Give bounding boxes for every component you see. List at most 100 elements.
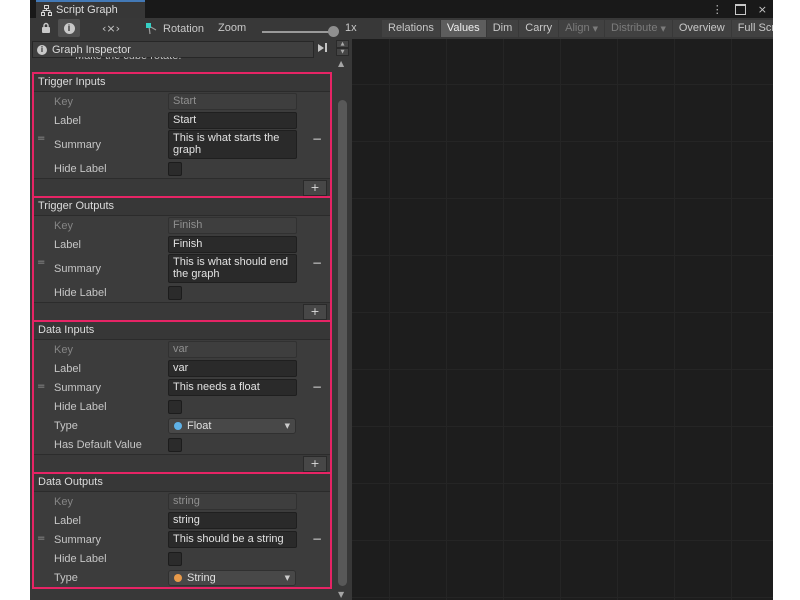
dim-button[interactable]: Dim [487,20,519,37]
menu-icon[interactable]: ⋮ [712,3,723,16]
has-default-value-checkbox[interactable] [168,438,182,452]
section-title: Trigger Inputs [34,74,330,92]
type-value: String [187,572,216,584]
label-row: Label Finish [34,235,330,254]
align-label: Align [565,22,589,34]
relations-button[interactable]: Relations [382,20,440,37]
remove-item-button[interactable]: − [312,256,322,270]
full-screen-button[interactable]: Full Screen [732,20,773,37]
key-field: Start [168,93,297,110]
field-label: Summary [54,382,168,394]
zoom-slider[interactable] [262,31,336,33]
scroll-up-icon[interactable]: ▲ [338,59,344,68]
inspector-scroll-area: Make the cube rotate. Trigger Inputs Key… [30,57,336,600]
spinner-down-button[interactable]: ▼ [336,48,349,56]
field-label: Label [54,239,168,251]
key-value: var [173,343,188,355]
label-row: Label string [34,511,330,530]
graph-context[interactable]: Rotation [145,18,204,39]
field-label: Key [54,344,168,356]
spinner-up-button[interactable]: ▲ [336,40,349,48]
chevron-down-icon: ▼ [285,574,290,582]
field-label: Label [54,115,168,127]
label-field[interactable]: Finish [168,236,297,253]
close-icon[interactable]: × [758,3,767,16]
type-dropdown[interactable]: Float ▼ [168,418,296,434]
summary-value: This is what should end the graph [173,256,288,280]
values-button[interactable]: Values [441,20,486,37]
key-value: Start [173,95,196,107]
drag-handle-icon[interactable]: = [37,257,45,268]
remove-item-button[interactable]: − [312,532,322,546]
label-value: var [173,362,188,374]
inspector-toggle-button[interactable]: i [58,19,80,37]
label-field[interactable]: string [168,512,297,529]
label-field[interactable]: Start [168,112,297,129]
key-value: string [173,495,200,507]
inspector-scrollbar[interactable]: ▲ ▼ [336,57,349,600]
overview-label: Overview [679,22,725,34]
add-item-button[interactable]: + [303,304,327,320]
tab-script-graph[interactable]: Script Graph [36,0,145,18]
key-field: string [168,493,297,510]
type-row: Type String ▼ [34,568,330,587]
tab-bar: Script Graph ⋮ × [30,0,773,18]
graph-summary-text: Make the cube rotate. [75,57,181,62]
label-value: string [173,514,200,526]
code-icon: ‹×› [102,22,120,35]
drag-handle-icon[interactable]: = [37,533,45,544]
dim-label: Dim [493,22,513,34]
hide-label-row: Hide Label [34,159,330,178]
drag-handle-icon[interactable]: = [37,381,45,392]
key-field: Finish [168,217,297,234]
scrollbar-thumb[interactable] [338,100,347,586]
key-row: Key Start [34,92,330,111]
graph-inspector-panel: i Graph Inspector ▲ ▼ Make the cube rota… [30,39,352,600]
string-type-icon [174,574,182,582]
zoom-slider-handle[interactable] [328,26,339,37]
summary-value: This needs a float [173,381,260,393]
align-button[interactable]: Align▼ [559,20,604,37]
graph-canvas[interactable] [352,39,773,600]
highlighted-region: Trigger Inputs Key Start Label Start = S… [32,72,332,589]
section-title: Data Outputs [34,474,330,492]
section-title: Trigger Outputs [34,198,330,216]
lock-icon [41,22,51,34]
remove-item-button[interactable]: − [312,132,322,146]
unity-script-graph-window: Script Graph ⋮ × i ‹×› Rotation [30,0,773,600]
summary-field[interactable]: This should be a string [168,531,297,548]
label-field[interactable]: var [168,360,297,377]
summary-field[interactable]: This is what should end the graph [168,254,297,283]
maximize-icon[interactable] [735,4,746,15]
dock-panel-icon[interactable] [318,43,327,52]
inspector-title: Graph Inspector [52,44,131,56]
hide-label-row: Hide Label [34,283,330,302]
add-item-button[interactable]: + [303,456,327,472]
scroll-down-icon[interactable]: ▼ [338,590,344,599]
carry-button[interactable]: Carry [519,20,558,37]
distribute-button[interactable]: Distribute▼ [605,20,672,37]
tab-title: Script Graph [56,4,118,16]
field-label: Hide Label [54,287,168,299]
carry-label: Carry [525,22,552,34]
field-label: Has Default Value [54,439,168,451]
info-icon: i [37,45,47,55]
remove-item-button[interactable]: − [312,380,322,394]
summary-field[interactable]: This is what starts the graph [168,130,297,159]
context-label: Rotation [163,23,204,35]
lock-button[interactable] [36,19,56,37]
code-view-button[interactable]: ‹×› [96,19,126,37]
field-label: Summary [54,263,168,275]
hide-label-checkbox[interactable] [168,286,182,300]
add-item-button[interactable]: + [303,180,327,196]
hide-label-checkbox[interactable] [168,162,182,176]
hide-label-checkbox[interactable] [168,552,182,566]
overview-button[interactable]: Overview [673,20,731,37]
drag-handle-icon[interactable]: = [37,133,45,144]
field-label: Hide Label [54,401,168,413]
summary-field[interactable]: This needs a float [168,379,297,396]
type-dropdown[interactable]: String ▼ [168,570,296,586]
list-footer: + [34,454,330,472]
label-row: Label Start [34,111,330,130]
hide-label-checkbox[interactable] [168,400,182,414]
